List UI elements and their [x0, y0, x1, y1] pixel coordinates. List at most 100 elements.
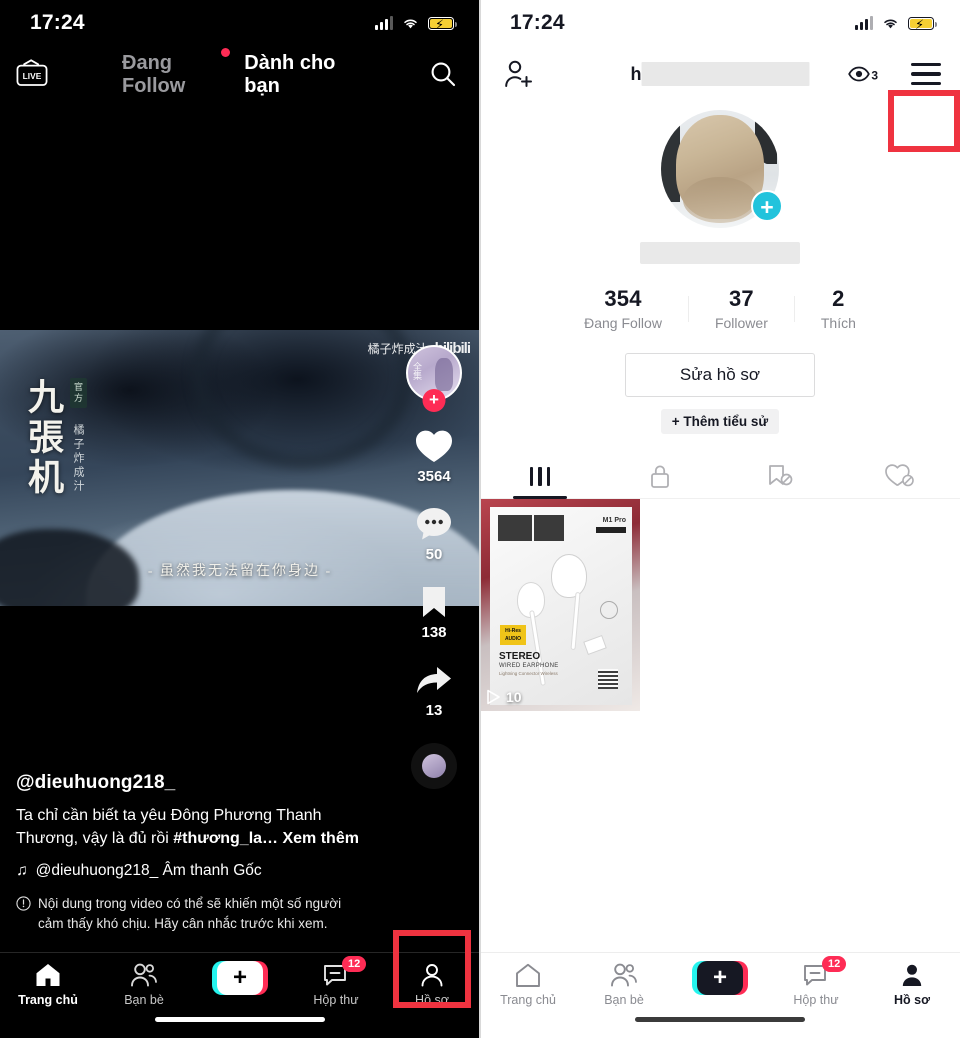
caption-username[interactable]: @dieuhuong218_ — [16, 772, 364, 794]
caption-music[interactable]: ♫ @dieuhuong218_ Âm thanh Gốc — [16, 862, 364, 880]
hamburger-menu-icon[interactable] — [904, 58, 948, 90]
model-label: M1 Pro — [602, 517, 626, 524]
hires-badge: Hi-Res AUDIO — [500, 625, 526, 645]
video-caption: @dieuhuong218_ Ta chỉ cần biết ta yêu Đô… — [16, 772, 364, 934]
play-icon — [487, 689, 500, 705]
home-icon — [35, 961, 61, 989]
heart-icon[interactable] — [412, 425, 456, 467]
nav-item-create[interactable]: + — [192, 961, 288, 995]
stat-followers[interactable]: 37 Follower — [689, 286, 794, 331]
nav-item-ban-be[interactable]: Bạn bè — [96, 961, 192, 1007]
caption-music-label: @dieuhuong218_ Âm thanh Gốc — [35, 861, 262, 879]
tab-dang-follow-label: Đang Follow — [122, 52, 186, 97]
search-icon[interactable] — [428, 59, 458, 89]
status-bar-right: 17:24 ⚡ — [480, 0, 960, 46]
play-count-value: 10 — [506, 689, 522, 705]
add-bio-button[interactable]: + Thêm tiểu sử — [660, 409, 780, 434]
comment-icon[interactable] — [412, 503, 456, 545]
profile-tab-private[interactable] — [600, 454, 720, 498]
tab-dang-follow[interactable]: Đang Follow — [120, 48, 231, 108]
profile-tab-saved[interactable] — [720, 454, 840, 498]
caption-more-link[interactable]: Xem thêm — [278, 830, 358, 847]
music-disc-icon[interactable] — [411, 743, 457, 789]
nav-label-trang-chu: Trang chủ — [500, 993, 556, 1007]
nav-item-trang-chu[interactable]: Trang chủ — [480, 961, 576, 1007]
video-play-count: 10 — [486, 689, 522, 705]
status-indicators: ⚡ — [855, 16, 937, 32]
bottom-nav-right: Trang chủ Bạn bè + 12 Hộp thư Hồ sơ — [480, 952, 960, 1038]
username-prefix: h — [630, 63, 642, 84]
bookmark-action[interactable]: 138 — [412, 581, 456, 641]
inbox-badge: 12 — [822, 956, 847, 972]
like-action[interactable]: 3564 — [412, 425, 456, 485]
nav-label-trang-chu: Trang chủ — [18, 993, 78, 1007]
friends-icon — [130, 961, 158, 989]
nav-item-create[interactable]: + — [672, 961, 768, 995]
profile-top-nav: h 3 — [480, 46, 960, 152]
svg-text:LIVE: LIVE — [23, 71, 42, 81]
video-title-badge: 官方 — [70, 378, 88, 408]
warning-icon — [16, 895, 31, 911]
share-action[interactable]: 13 — [412, 659, 456, 719]
nav-item-ban-be[interactable]: Bạn bè — [576, 961, 672, 1007]
tab-danh-cho-ban-label: Dành cho bạn — [244, 52, 336, 97]
edit-profile-button[interactable]: Sửa hồ sơ — [625, 353, 815, 397]
profile-avatar[interactable]: + — [661, 110, 783, 228]
bookmark-icon[interactable] — [412, 581, 456, 623]
battery-charging-icon: ⚡ — [908, 17, 937, 32]
content-warning: Nội dung trong video có thể sẽ khiến một… — [16, 894, 364, 935]
nav-item-trang-chu[interactable]: Trang chủ — [0, 961, 96, 1007]
home-indicator — [635, 1017, 805, 1022]
profile-username-field[interactable]: h — [631, 61, 810, 87]
nav-item-hop-thu[interactable]: 12 Hộp thư — [288, 956, 384, 1007]
creator-avatar[interactable]: 全集 + — [406, 345, 462, 412]
grid-posts-icon — [529, 466, 551, 486]
comment-action[interactable]: 50 — [412, 503, 456, 563]
qr-code — [598, 669, 618, 689]
profile-video-grid: M1 Pro Hi-Res AUDIO STEREO WIRED EARPHON… — [480, 499, 960, 711]
status-time: 17:24 — [510, 11, 565, 34]
live-tv-icon[interactable]: LIVE — [14, 59, 50, 89]
caption-hashtag[interactable]: #thương_la… — [173, 830, 278, 847]
profile-header: + 354 Đang Follow 37 Follower 2 Thích Sử… — [480, 110, 960, 434]
inbox-badge: 12 — [342, 956, 367, 972]
video-title-main: 九張机 — [23, 378, 64, 498]
video-grid-item[interactable]: M1 Pro Hi-Res AUDIO STEREO WIRED EARPHON… — [480, 499, 640, 711]
stat-following-value: 354 — [604, 286, 642, 311]
profile-views[interactable]: 3 — [848, 66, 878, 83]
product-subtitle: WIRED EARPHONE — [499, 663, 559, 669]
panel-divider — [479, 0, 481, 1038]
share-count: 13 — [425, 702, 443, 719]
create-icon[interactable]: + — [692, 961, 748, 995]
cellular-signal-icon — [855, 16, 873, 30]
nav-item-ho-so[interactable]: Hồ sơ — [864, 961, 960, 1007]
wifi-icon — [404, 19, 417, 29]
like-count: 3564 — [417, 468, 451, 485]
status-indicators: ⚡ — [375, 16, 457, 32]
home-icon — [515, 961, 541, 989]
share-icon[interactable] — [412, 659, 456, 701]
profile-tab-posts[interactable] — [480, 454, 600, 499]
home-indicator — [155, 1017, 325, 1022]
create-icon[interactable]: + — [212, 961, 268, 995]
nav-item-hop-thu[interactable]: 12 Hộp thư — [768, 956, 864, 1007]
add-story-button[interactable]: + — [751, 190, 783, 222]
brand-chip-sub — [534, 515, 564, 541]
add-friend-icon[interactable] — [504, 60, 534, 88]
highlight-box-profile-tab — [393, 930, 471, 1008]
nav-label-hop-thu: Hộp thư — [793, 993, 839, 1007]
follow-button[interactable]: + — [422, 389, 446, 412]
video-action-rail: 全集 + 3564 50 138 13 — [402, 345, 466, 789]
wifi-icon — [884, 19, 897, 29]
stat-following[interactable]: 354 Đang Follow — [558, 286, 688, 331]
stat-following-label: Đang Follow — [584, 315, 662, 331]
screenshot-root: 17:24 ⚡ LIVE Đang Follow Dành cho bạn 橘子… — [0, 0, 960, 1038]
bookmark-off-icon — [769, 465, 793, 486]
stat-likes[interactable]: 2 Thích — [795, 286, 882, 331]
product-title: STEREO — [499, 651, 541, 662]
left-phone-panel: 17:24 ⚡ LIVE Đang Follow Dành cho bạn 橘子… — [0, 0, 480, 1038]
profile-tab-liked[interactable] — [840, 454, 960, 498]
tab-danh-cho-ban[interactable]: Dành cho bạn — [242, 50, 360, 108]
nav-label-ban-be: Bạn bè — [604, 993, 644, 1007]
eye-icon — [848, 66, 871, 82]
